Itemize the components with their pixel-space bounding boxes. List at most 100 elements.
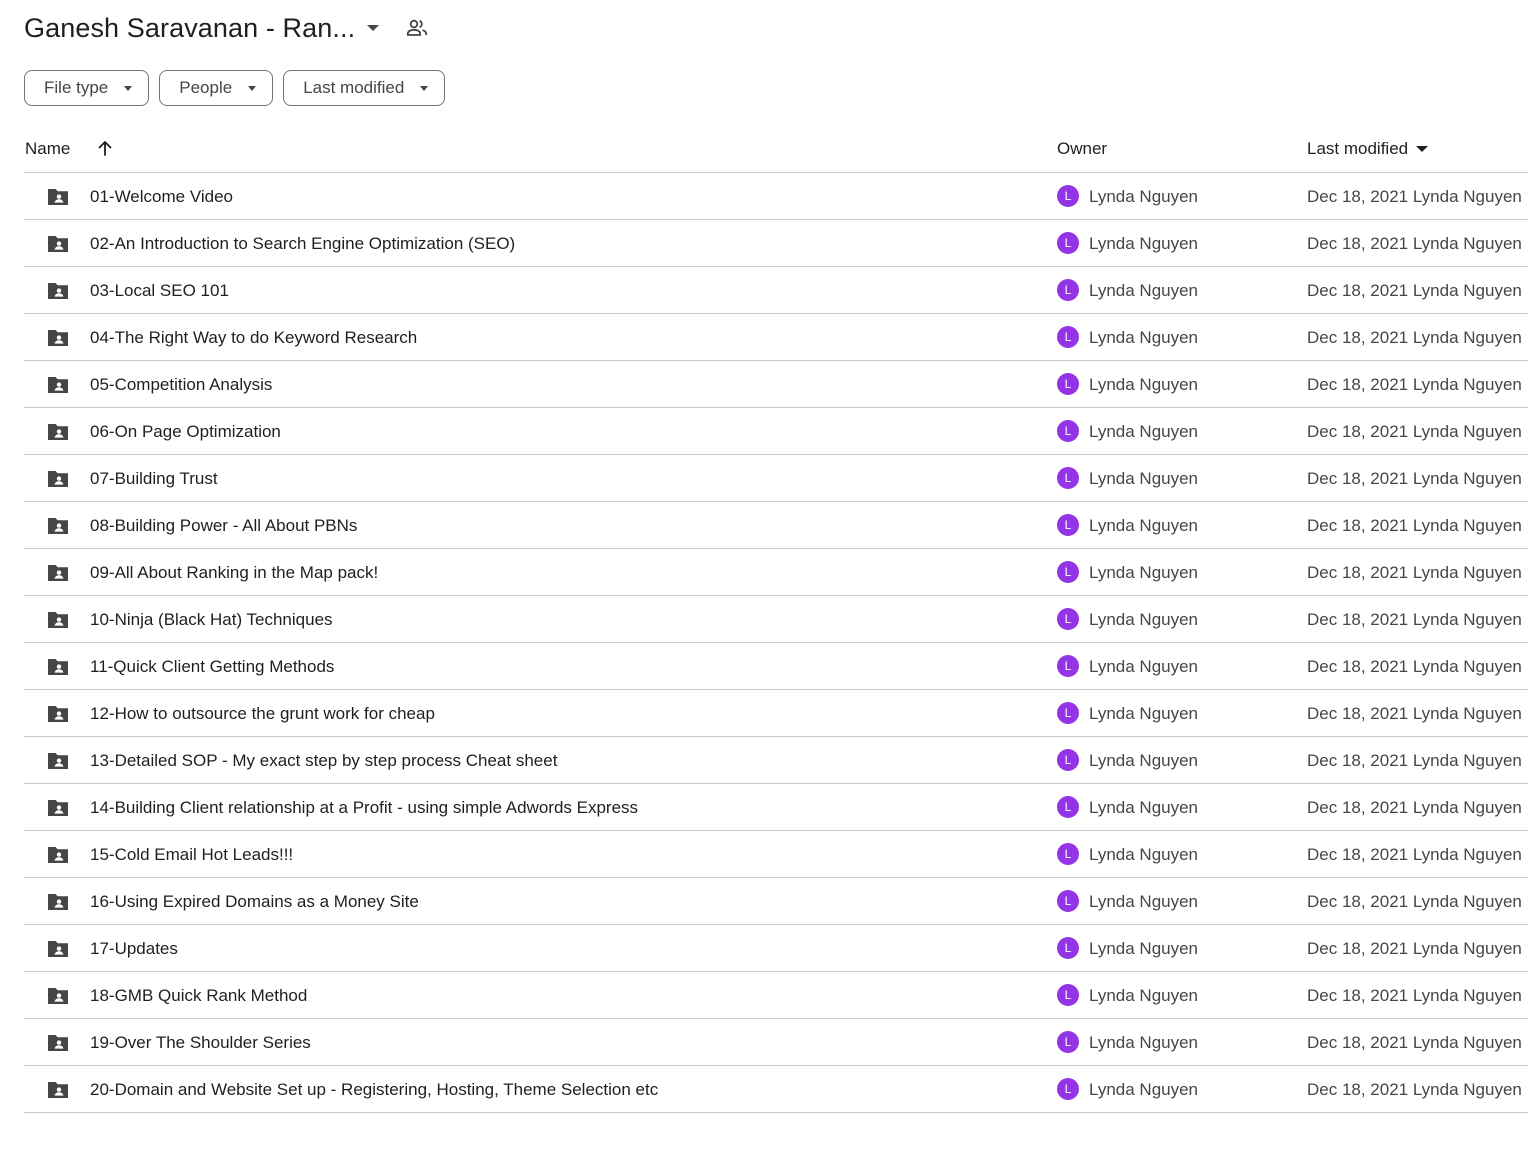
file-name: 05-Competition Analysis xyxy=(90,375,273,394)
file-row[interactable]: 03-Local SEO 101 L Lynda Nguyen Dec 18, … xyxy=(24,267,1528,314)
shared-folder-icon xyxy=(48,894,68,910)
avatar: L xyxy=(1057,937,1079,959)
last-modified-value: Dec 18, 2021 Lynda Nguyen xyxy=(1307,1033,1522,1052)
arrow-up-icon[interactable] xyxy=(95,138,115,158)
avatar: L xyxy=(1057,420,1079,442)
file-row[interactable]: 20-Domain and Website Set up - Registeri… xyxy=(24,1066,1528,1113)
last-modified-value: Dec 18, 2021 Lynda Nguyen xyxy=(1307,845,1522,864)
last-modified-value: Dec 18, 2021 Lynda Nguyen xyxy=(1307,563,1522,582)
owner-name: Lynda Nguyen xyxy=(1089,798,1199,817)
avatar: L xyxy=(1057,514,1079,536)
file-row[interactable]: 19-Over The Shoulder Series L Lynda Nguy… xyxy=(24,1019,1528,1066)
shared-folder-icon xyxy=(48,753,68,769)
avatar: L xyxy=(1057,373,1079,395)
file-row[interactable]: 04-The Right Way to do Keyword Research … xyxy=(24,314,1528,361)
file-name: 10-Ninja (Black Hat) Techniques xyxy=(90,610,333,629)
shared-folder-icon xyxy=(48,659,68,675)
folder-title[interactable]: Ganesh Saravanan - Ran... xyxy=(24,13,355,44)
avatar: L xyxy=(1057,749,1079,771)
folder-header: Ganesh Saravanan - Ran... xyxy=(24,8,429,48)
last-modified-value: Dec 18, 2021 Lynda Nguyen xyxy=(1307,328,1522,347)
avatar: L xyxy=(1057,890,1079,912)
shared-folder-icon xyxy=(48,236,68,252)
file-name: 04-The Right Way to do Keyword Research xyxy=(90,328,418,347)
last-modified-value: Dec 18, 2021 Lynda Nguyen xyxy=(1307,939,1522,958)
file-name: 18-GMB Quick Rank Method xyxy=(90,986,308,1005)
last-modified-value: Dec 18, 2021 Lynda Nguyen xyxy=(1307,704,1522,723)
column-header: Name Owner Last modified xyxy=(0,137,1528,161)
owner-name: Lynda Nguyen xyxy=(1089,422,1199,441)
shared-folder-icon xyxy=(48,1082,68,1098)
last-modified-value: Dec 18, 2021 Lynda Nguyen xyxy=(1307,892,1522,911)
file-row[interactable]: 12-How to outsource the grunt work for c… xyxy=(24,690,1528,737)
file-name: 03-Local SEO 101 xyxy=(90,281,229,300)
owner-name: Lynda Nguyen xyxy=(1089,845,1199,864)
people-filter[interactable]: People xyxy=(159,70,274,106)
file-row[interactable]: 13-Detailed SOP - My exact step by step … xyxy=(24,737,1528,784)
file-row[interactable]: 08-Building Power - All About PBNs L Lyn… xyxy=(24,502,1528,549)
chevron-down-icon xyxy=(124,85,133,91)
file-row[interactable]: 02-An Introduction to Search Engine Opti… xyxy=(24,220,1528,267)
last-modified-value: Dec 18, 2021 Lynda Nguyen xyxy=(1307,234,1522,253)
owner-name: Lynda Nguyen xyxy=(1089,563,1199,582)
avatar: L xyxy=(1057,561,1079,583)
owner-name: Lynda Nguyen xyxy=(1089,516,1199,535)
title-dropdown-icon[interactable] xyxy=(367,25,380,31)
filter-bar: File type People Last modified xyxy=(24,70,446,106)
owner-name: Lynda Nguyen xyxy=(1089,610,1199,629)
owner-name: Lynda Nguyen xyxy=(1089,1033,1199,1052)
last-modified-column-header[interactable]: Last modified xyxy=(1307,139,1429,159)
file-row[interactable]: 17-Updates L Lynda Nguyen Dec 18, 2021 L… xyxy=(24,925,1528,972)
avatar: L xyxy=(1057,655,1079,677)
avatar: L xyxy=(1057,702,1079,724)
last-modified-value: Dec 18, 2021 Lynda Nguyen xyxy=(1307,986,1522,1005)
shared-folder-icon xyxy=(48,847,68,863)
shared-folder-icon xyxy=(48,424,68,440)
last-modified-filter[interactable]: Last modified xyxy=(283,70,446,106)
file-name: 14-Building Client relationship at a Pro… xyxy=(90,798,639,817)
file-name: 15-Cold Email Hot Leads!!! xyxy=(90,845,294,864)
file-type-filter[interactable]: File type xyxy=(24,70,150,106)
shared-folder-icon xyxy=(48,800,68,816)
name-column-header[interactable]: Name xyxy=(25,139,70,159)
file-name: 08-Building Power - All About PBNs xyxy=(90,516,358,535)
file-row[interactable]: 11-Quick Client Getting Methods L Lynda … xyxy=(24,643,1528,690)
file-row[interactable]: 14-Building Client relationship at a Pro… xyxy=(24,784,1528,831)
avatar: L xyxy=(1057,608,1079,630)
file-list: 01-Welcome Video L Lynda Nguyen Dec 18, … xyxy=(24,172,1528,1113)
file-row[interactable]: 05-Competition Analysis L Lynda Nguyen D… xyxy=(24,361,1528,408)
shared-folder-icon xyxy=(48,330,68,346)
file-name: 13-Detailed SOP - My exact step by step … xyxy=(90,751,558,770)
file-row[interactable]: 16-Using Expired Domains as a Money Site… xyxy=(24,878,1528,925)
shared-folder-icon xyxy=(48,706,68,722)
file-name: 19-Over The Shoulder Series xyxy=(90,1033,311,1052)
avatar: L xyxy=(1057,185,1079,207)
shared-folder-icon xyxy=(48,941,68,957)
file-row[interactable]: 06-On Page Optimization L Lynda Nguyen D… xyxy=(24,408,1528,455)
shared-folder-icon xyxy=(48,518,68,534)
last-modified-value: Dec 18, 2021 Lynda Nguyen xyxy=(1307,798,1522,817)
chevron-down-icon xyxy=(420,85,429,91)
avatar: L xyxy=(1057,326,1079,348)
file-name: 01-Welcome Video xyxy=(90,187,234,206)
file-row[interactable]: 15-Cold Email Hot Leads!!! L Lynda Nguye… xyxy=(24,831,1528,878)
file-name: 20-Domain and Website Set up - Registeri… xyxy=(90,1080,659,1099)
people-icon[interactable] xyxy=(405,16,429,40)
file-name: 06-On Page Optimization xyxy=(90,422,281,441)
shared-folder-icon xyxy=(48,377,68,393)
file-row[interactable]: 10-Ninja (Black Hat) Techniques L Lynda … xyxy=(24,596,1528,643)
file-row[interactable]: 07-Building Trust L Lynda Nguyen Dec 18,… xyxy=(24,455,1528,502)
file-row[interactable]: 01-Welcome Video L Lynda Nguyen Dec 18, … xyxy=(24,173,1528,220)
people-filter-label: People xyxy=(179,78,233,97)
file-row[interactable]: 09-All About Ranking in the Map pack! L … xyxy=(24,549,1528,596)
owner-name: Lynda Nguyen xyxy=(1089,657,1199,676)
last-modified-value: Dec 18, 2021 Lynda Nguyen xyxy=(1307,657,1522,676)
file-row[interactable]: 18-GMB Quick Rank Method L Lynda Nguyen … xyxy=(24,972,1528,1019)
shared-folder-icon xyxy=(48,988,68,1004)
chevron-down-icon xyxy=(248,85,257,91)
owner-column-header[interactable]: Owner xyxy=(1057,139,1107,159)
avatar: L xyxy=(1057,796,1079,818)
shared-folder-icon xyxy=(48,471,68,487)
owner-name: Lynda Nguyen xyxy=(1089,281,1199,300)
file-name: 16-Using Expired Domains as a Money Site xyxy=(90,892,419,911)
